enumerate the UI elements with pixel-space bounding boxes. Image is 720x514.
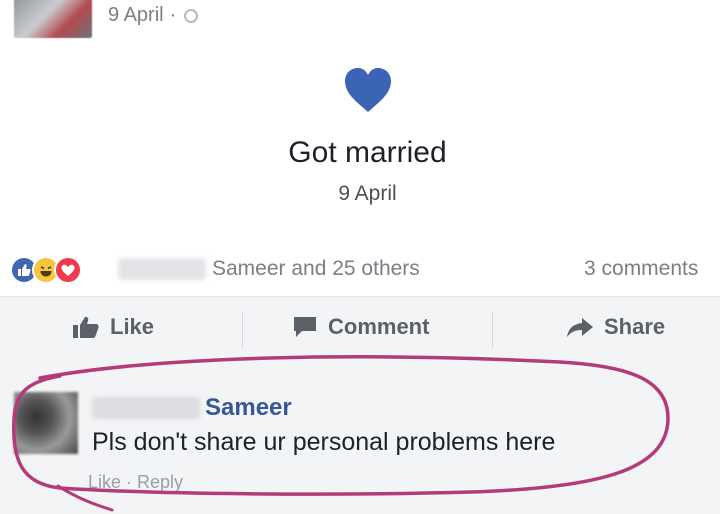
like-label: Like xyxy=(110,314,155,339)
action-bar: Like Comment Share xyxy=(0,300,720,366)
comment-button[interactable]: Comment xyxy=(292,314,429,340)
divider xyxy=(0,296,720,297)
life-event-date: 9 April xyxy=(338,182,397,205)
comments-count[interactable]: 3 comments xyxy=(584,257,698,281)
heart-icon xyxy=(345,68,391,112)
post-meta: 9 April · xyxy=(108,4,199,27)
reaction-icons[interactable] xyxy=(10,254,82,286)
meta-separator: · xyxy=(169,4,177,26)
comment-author[interactable]: Sameer xyxy=(205,394,292,422)
share-arrow-icon xyxy=(567,318,593,337)
reactors-summary[interactable]: Sameer and 25 others xyxy=(212,257,420,281)
blurred-name xyxy=(118,258,206,280)
post-card: 9 April · Got married 9 April Sameer and… xyxy=(0,0,720,296)
comment-label: Comment xyxy=(328,314,430,339)
life-event-title: Got married xyxy=(288,136,447,169)
love-reaction-icon xyxy=(54,256,82,284)
divider xyxy=(242,312,243,348)
comment-text: Pls don't share ur personal problems her… xyxy=(92,428,556,456)
share-label: Share xyxy=(604,314,666,339)
blurred-name xyxy=(92,397,200,419)
author-avatar[interactable] xyxy=(14,0,92,38)
comment-actions[interactable]: Like · Reply xyxy=(88,472,183,493)
post-date[interactable]: 9 April xyxy=(108,4,164,27)
like-button[interactable]: Like xyxy=(72,314,154,340)
comment-icon xyxy=(294,317,316,337)
globe-icon xyxy=(184,8,199,23)
commenter-avatar[interactable] xyxy=(14,392,78,454)
share-button[interactable]: Share xyxy=(566,314,665,340)
thumbs-up-icon xyxy=(73,316,99,338)
divider xyxy=(492,312,493,348)
